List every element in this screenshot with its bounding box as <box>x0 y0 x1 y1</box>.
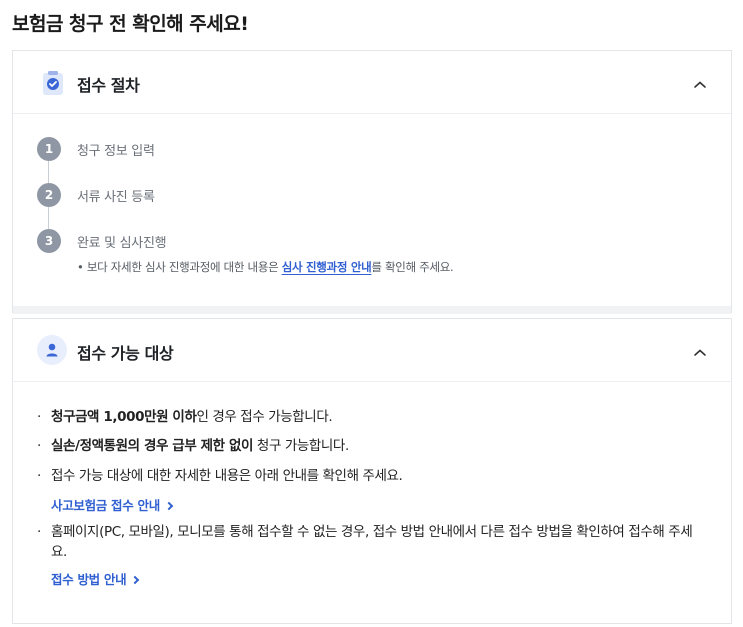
step-number: 1 <box>37 137 61 161</box>
eligibility-title: 접수 가능 대상 <box>77 344 174 363</box>
step-label: 완료 및 심사진행 <box>77 236 167 251</box>
list-item: · 실손/정액통원의 경우 급부 제한 없이 청구 가능합니다. <box>37 438 349 454</box>
bullet-text: 청구 가능합니다. <box>253 438 349 454</box>
step-number: 3 <box>37 229 61 253</box>
step-label: 청구 정보 입력 <box>77 144 155 159</box>
step-number: 2 <box>37 183 61 207</box>
step-note-prefix: • 보다 자세한 심사 진행과정에 대한 내용은 <box>77 260 282 274</box>
step-note-suffix: 를 확인해 주세요. <box>371 260 454 274</box>
link-label: 접수 방법 안내 <box>51 572 127 587</box>
step-label: 서류 사진 등록 <box>77 190 155 205</box>
procedure-header[interactable]: 접수 절차 <box>13 51 731 114</box>
step-note: • 보다 자세한 심사 진행과정에 대한 내용은 심사 진행과정 안내를 확인해… <box>77 259 454 275</box>
procedure-title: 접수 절차 <box>77 76 140 95</box>
eligibility-header[interactable]: 접수 가능 대상 <box>13 319 731 382</box>
chevron-right-icon <box>164 501 174 511</box>
step-connector <box>48 207 49 229</box>
list-item: · 청구금액 1,000만원 이하인 경우 접수 가능합니다. <box>37 409 333 425</box>
list-item: · 접수 가능 대상에 대한 자세한 내용은 아래 안내를 확인해 주세요. <box>37 468 403 484</box>
chevron-up-icon[interactable] <box>693 343 707 356</box>
chevron-up-icon[interactable] <box>693 75 707 88</box>
bullet-text: 인 경우 접수 가능합니다. <box>196 409 333 425</box>
page-title: 보험금 청구 전 확인해 주세요! <box>12 13 249 35</box>
eligibility-section: 접수 가능 대상 · 청구금액 1,000만원 이하인 경우 접수 가능합니다.… <box>12 318 732 624</box>
bullet-emphasis: 실손/정액통원의 경우 급부 제한 없이 <box>51 438 254 454</box>
review-process-link[interactable]: 심사 진행과정 안내 <box>282 260 372 274</box>
claim-method-guide-link[interactable]: 접수 방법 안내 <box>51 569 140 588</box>
step-connector <box>48 161 49 183</box>
section-divider <box>13 306 731 314</box>
procedure-section: 접수 절차 1 청구 정보 입력 2 서류 사진 등록 3 완료 및 심사진행 … <box>12 50 732 314</box>
bullet-text: 홈페이지(PC, 모바일), 모니모를 통해 접수할 수 없는 경우, 접수 방… <box>51 524 693 560</box>
bullet-emphasis: 청구금액 1,000만원 이하 <box>51 409 197 425</box>
person-icon <box>37 335 67 365</box>
clipboard-check-icon <box>41 70 65 96</box>
bullet-text: 접수 가능 대상에 대한 자세한 내용은 아래 안내를 확인해 주세요. <box>51 468 403 484</box>
list-item: · 홈페이지(PC, 모바일), 모니모를 통해 접수할 수 없는 경우, 접수… <box>37 522 707 562</box>
accident-claim-guide-link[interactable]: 사고보험금 접수 안내 <box>51 495 174 514</box>
chevron-right-icon <box>131 575 140 585</box>
link-label: 사고보험금 접수 안내 <box>51 498 160 513</box>
